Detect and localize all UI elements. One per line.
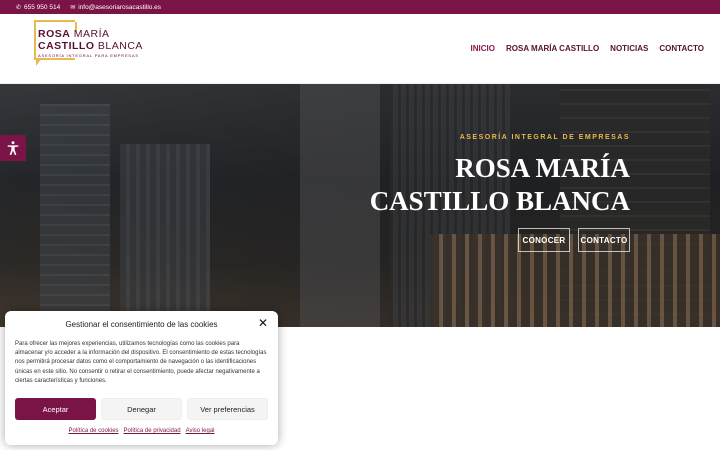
site-header: ROSA MARÍA CASTILLO BLANCA ASESORÍA INTE… xyxy=(0,14,720,84)
privacy-policy-link[interactable]: Política de privacidad xyxy=(124,428,181,434)
logo-frame-tail xyxy=(36,58,42,66)
accessibility-icon xyxy=(7,141,19,156)
consent-buttons: Aceptar Denegar Ver preferencias xyxy=(15,398,268,420)
logo-line-1-rest: MARÍA xyxy=(73,28,110,40)
accept-button[interactable]: Aceptar xyxy=(15,398,96,420)
consent-title: Gestionar el consentimiento de las cooki… xyxy=(65,320,218,329)
logo-tagline: ASESORÍA INTEGRAL PARA EMPRESAS xyxy=(38,53,139,58)
logo-line-2: CASTILLO BLANCA xyxy=(38,40,143,52)
hero-subtitle: ASESORÍA INTEGRAL DE EMPRESAS xyxy=(459,134,630,141)
phone-icon: ✆ xyxy=(16,4,22,11)
logo-line-1-bold: ROSA xyxy=(38,28,71,40)
consent-links: Política de cookies Política de privacid… xyxy=(5,428,278,434)
logo-line-2-bold: CASTILLO xyxy=(38,40,95,52)
deny-button[interactable]: Denegar xyxy=(101,398,182,420)
hero-background-building xyxy=(120,144,210,327)
legal-notice-link[interactable]: Aviso legal xyxy=(186,428,215,434)
top-bar: ✆ 655 950 514 ✉ info@asesoriarosacastill… xyxy=(0,0,720,14)
phone-text: 655 950 514 xyxy=(24,3,61,11)
email-text: info@asesoriarosacastillo.es xyxy=(78,3,162,11)
logo-line-2-rest: BLANCA xyxy=(97,40,143,52)
nav-item-rosa-maria-castillo[interactable]: ROSA MARÍA CASTILLO xyxy=(506,44,599,53)
email-link[interactable]: ✉ info@asesoriarosacastillo.es xyxy=(70,4,161,11)
envelope-icon: ✉ xyxy=(70,4,76,11)
view-preferences-button[interactable]: Ver preferencias xyxy=(187,398,268,420)
hero-background-building xyxy=(40,104,110,327)
cookie-consent-dialog: Gestionar el consentimiento de las cooki… xyxy=(5,311,278,445)
conocer-button[interactable]: CONOCER xyxy=(518,228,570,252)
hero-title-line-2: CASTILLO BLANCA xyxy=(369,186,630,216)
hero-buttons: CONOCER CONTACTO xyxy=(518,228,630,252)
nav-item-inicio[interactable]: INICIO xyxy=(471,44,495,53)
hero-title-line-1: ROSA MARÍA xyxy=(455,153,630,183)
contacto-button[interactable]: CONTACTO xyxy=(578,228,630,252)
nav-item-noticias[interactable]: NOTICIAS xyxy=(610,44,648,53)
close-icon[interactable]: ✕ xyxy=(258,317,268,329)
hero-background-building xyxy=(300,84,380,327)
site-logo[interactable]: ROSA MARÍA CASTILLO BLANCA ASESORÍA INTE… xyxy=(34,20,154,70)
main-nav: INICIO ROSA MARÍA CASTILLO NOTICIAS CONT… xyxy=(471,44,704,53)
logo-line-1: ROSA MARÍA xyxy=(38,28,110,40)
hero-title: ROSA MARÍA CASTILLO BLANCA xyxy=(370,152,630,218)
cookie-policy-link[interactable]: Política de cookies xyxy=(69,428,119,434)
consent-text: Para ofrecer las mejores experiencias, u… xyxy=(15,341,267,384)
phone-link[interactable]: ✆ 655 950 514 xyxy=(16,4,60,11)
nav-item-contacto[interactable]: CONTACTO xyxy=(659,44,704,53)
accessibility-button[interactable] xyxy=(0,135,26,161)
